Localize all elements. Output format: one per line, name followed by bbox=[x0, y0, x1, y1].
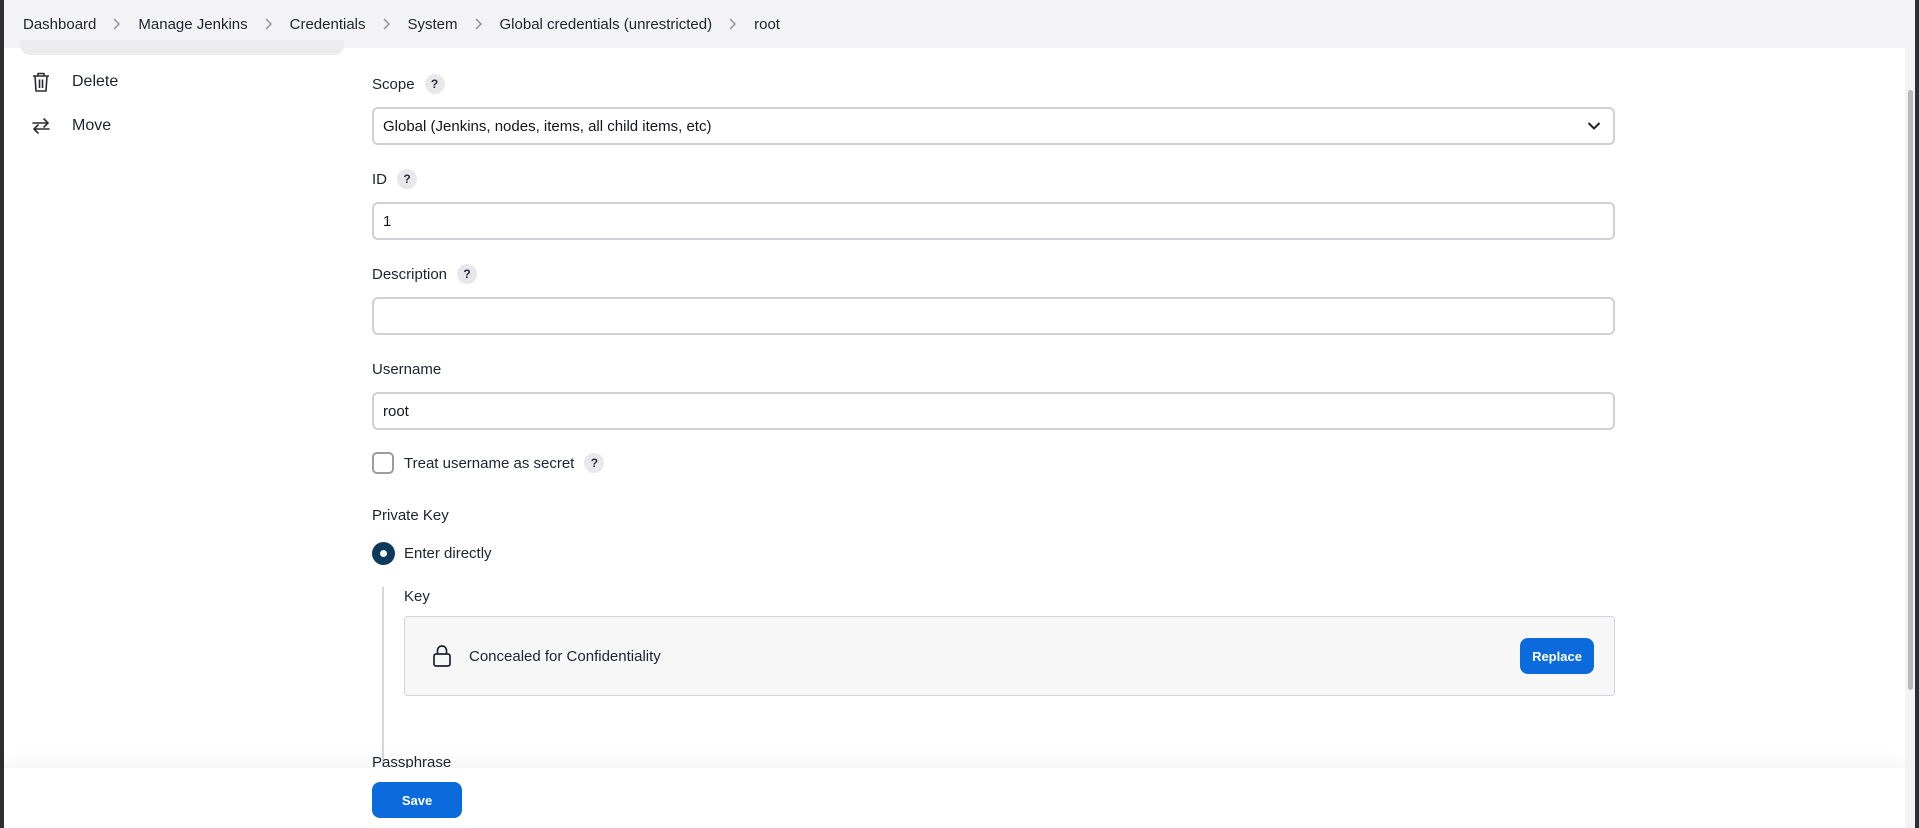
window-frame-left bbox=[0, 0, 4, 828]
window-frame-right bbox=[1915, 0, 1919, 828]
scope-label: Scope bbox=[372, 75, 415, 93]
nested-section-divider bbox=[382, 587, 384, 767]
help-icon[interactable]: ? bbox=[584, 453, 605, 473]
save-button[interactable]: Save bbox=[372, 782, 462, 818]
scope-select[interactable]: Global (Jenkins, nodes, items, all child… bbox=[372, 107, 1615, 145]
concealed-key-box: Concealed for Confidentiality Replace bbox=[404, 616, 1615, 696]
breadcrumb-global-credentials[interactable]: Global credentials (unrestricted) bbox=[500, 16, 713, 33]
chevron-right-icon bbox=[248, 18, 290, 30]
chevron-down-icon bbox=[1587, 122, 1601, 130]
help-icon[interactable]: ? bbox=[424, 74, 445, 94]
breadcrumb-manage-jenkins[interactable]: Manage Jenkins bbox=[138, 16, 247, 33]
replace-button[interactable]: Replace bbox=[1520, 638, 1594, 674]
enter-directly-option: Enter directly bbox=[372, 542, 492, 565]
scrollbar-thumb[interactable] bbox=[1908, 90, 1913, 690]
breadcrumb-root[interactable]: root bbox=[754, 16, 780, 33]
trash-icon bbox=[30, 71, 52, 93]
breadcrumb-system[interactable]: System bbox=[408, 16, 458, 33]
sidebar-item-label: Move bbox=[72, 117, 112, 134]
help-icon[interactable]: ? bbox=[457, 264, 478, 284]
sidebar-item-delete[interactable]: Delete bbox=[30, 68, 118, 96]
sidebar-item-move[interactable]: Move bbox=[30, 112, 118, 140]
bottom-app-bar: Save bbox=[4, 768, 1905, 828]
id-label: ID bbox=[372, 170, 387, 188]
chevron-right-icon bbox=[96, 18, 138, 30]
description-field-group: Description ? bbox=[372, 262, 1615, 335]
sidebar-active-item bbox=[20, 40, 344, 55]
scope-field-group: Scope ? Global (Jenkins, nodes, items, a… bbox=[372, 72, 1615, 145]
enter-directly-radio[interactable] bbox=[372, 542, 395, 565]
treat-username-secret-label[interactable]: Treat username as secret bbox=[404, 455, 574, 472]
breadcrumb-credentials[interactable]: Credentials bbox=[290, 16, 366, 33]
username-field-group: Username bbox=[372, 357, 1615, 430]
chevron-right-icon bbox=[712, 18, 754, 30]
breadcrumb-dashboard[interactable]: Dashboard bbox=[23, 16, 96, 33]
username-input[interactable] bbox=[372, 392, 1615, 430]
enter-directly-label[interactable]: Enter directly bbox=[404, 545, 492, 562]
id-input[interactable] bbox=[372, 202, 1615, 240]
lock-icon bbox=[433, 645, 451, 667]
sidebar: Delete Move bbox=[30, 68, 118, 156]
arrows-swap-icon bbox=[30, 115, 52, 137]
username-label: Username bbox=[372, 360, 442, 378]
id-field-group: ID ? bbox=[372, 167, 1615, 240]
scope-selected-value: Global (Jenkins, nodes, items, all child… bbox=[383, 117, 712, 135]
private-key-label: Private Key bbox=[372, 507, 449, 524]
sidebar-item-label: Delete bbox=[72, 73, 119, 90]
treat-username-secret-row: Treat username as secret ? bbox=[372, 452, 605, 474]
chevron-right-icon bbox=[458, 18, 500, 30]
chevron-right-icon bbox=[366, 18, 408, 30]
description-label: Description bbox=[372, 265, 448, 283]
help-icon[interactable]: ? bbox=[397, 169, 417, 189]
key-label: Key bbox=[404, 588, 430, 605]
treat-username-secret-checkbox[interactable] bbox=[372, 452, 394, 474]
concealed-text: Concealed for Confidentiality bbox=[469, 647, 661, 665]
description-input[interactable] bbox=[372, 297, 1615, 335]
